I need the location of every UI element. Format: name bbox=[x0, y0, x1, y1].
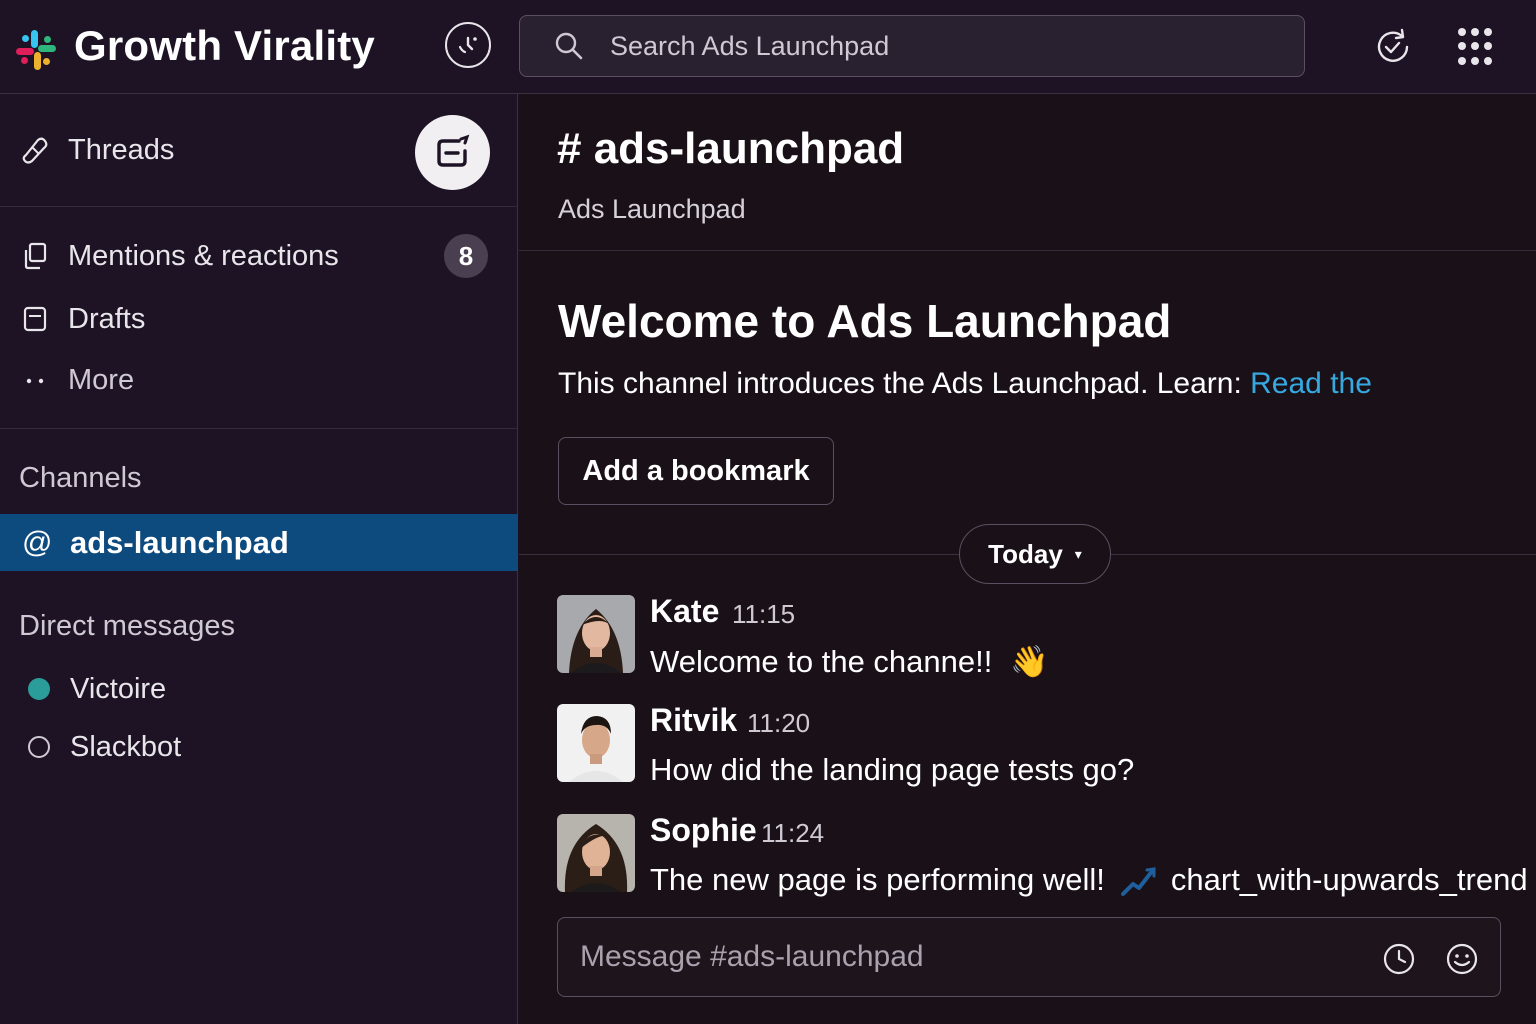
top-bar: Growth Virality bbox=[0, 0, 1536, 94]
channel-prefix: @ bbox=[22, 525, 53, 559]
chart-upwards-trend-icon bbox=[1120, 867, 1156, 896]
message-text: Welcome to the channe!! 👋 bbox=[650, 643, 1049, 680]
channel-name: ads-launchpad bbox=[70, 524, 289, 560]
presence-online-icon bbox=[24, 674, 54, 704]
compose-icon bbox=[436, 134, 469, 167]
emoji-icon[interactable] bbox=[1445, 942, 1479, 976]
channel-title[interactable]: # ads-launchpad bbox=[557, 124, 904, 174]
emoji-shortcode: chart_with-upwards_trend bbox=[1170, 862, 1528, 897]
sidebar-divider bbox=[0, 428, 518, 429]
compose-button[interactable] bbox=[415, 115, 490, 190]
welcome-description: This channel introduces the Ads Launchpa… bbox=[558, 367, 1372, 401]
sidebar-dm-slackbot[interactable]: Slackbot bbox=[0, 719, 518, 775]
search-bar[interactable] bbox=[519, 15, 1305, 77]
history-icon[interactable] bbox=[1372, 26, 1414, 68]
sidebar-item-mentions[interactable]: Mentions & reactions 8 bbox=[0, 228, 518, 284]
avatar[interactable] bbox=[557, 814, 635, 892]
mentions-count-badge: 8 bbox=[444, 234, 488, 278]
sidebar-item-label: More bbox=[68, 363, 135, 396]
clock-face-icon bbox=[458, 36, 477, 54]
message-timestamp[interactable]: 11:20 bbox=[747, 708, 810, 739]
message-input[interactable] bbox=[580, 936, 1360, 978]
message-author[interactable]: Ritvik bbox=[650, 702, 737, 739]
sidebar-item-more[interactable]: More bbox=[0, 352, 518, 408]
channel-subtitle: Ads Launchpad bbox=[558, 194, 746, 224]
message[interactable]: Ritvik 11:20 How did the landing page te… bbox=[557, 702, 1517, 804]
dm-name: Slackbot bbox=[70, 730, 182, 763]
message-timestamp[interactable]: 11:15 bbox=[732, 599, 795, 630]
channel-view: # ads-launchpad Ads Launchpad Welcome to… bbox=[519, 94, 1536, 1024]
message-composer[interactable] bbox=[557, 917, 1501, 997]
avatar[interactable] bbox=[557, 595, 635, 673]
more-icon bbox=[20, 365, 50, 395]
read-more-link[interactable]: Read the bbox=[1250, 367, 1372, 400]
chevron-down-icon: ▾ bbox=[1074, 545, 1082, 562]
welcome-text: This channel introduces the Ads Launchpa… bbox=[558, 367, 1251, 400]
sidebar-item-label: Threads bbox=[68, 133, 175, 166]
dm-name: Victoire bbox=[70, 672, 167, 705]
message-text: How did the landing page tests go? bbox=[650, 752, 1135, 787]
header-divider bbox=[519, 250, 1536, 251]
drafts-icon bbox=[20, 304, 50, 334]
day-jump-button[interactable]: Today ▾ bbox=[959, 524, 1111, 584]
sidebar-item-label: Mentions & reactions bbox=[68, 239, 339, 272]
sidebar-item-label: Drafts bbox=[68, 302, 146, 335]
direct-messages-heading[interactable]: Direct messages bbox=[19, 610, 235, 643]
message-timestamp[interactable]: 11:24 bbox=[761, 818, 824, 849]
search-icon bbox=[555, 32, 583, 60]
message-text: The new page is performing well! chart_wi… bbox=[650, 862, 1528, 898]
workspace-name[interactable]: Growth Virality bbox=[74, 22, 375, 70]
message[interactable]: Kate 11:15 Welcome to the channe!! 👋 bbox=[557, 593, 1517, 695]
message-author[interactable]: Kate bbox=[650, 593, 719, 630]
slack-logo-icon bbox=[16, 30, 56, 70]
presence-offline-icon bbox=[24, 732, 54, 762]
sidebar-dm-victoire[interactable]: Victoire bbox=[0, 661, 518, 717]
search-input[interactable] bbox=[610, 30, 1250, 62]
message-author[interactable]: Sophie bbox=[650, 812, 757, 849]
mentions-icon bbox=[20, 241, 50, 271]
day-label: Today bbox=[988, 538, 1063, 569]
apps-grid-icon[interactable] bbox=[1458, 28, 1496, 66]
welcome-title: Welcome to Ads Launchpad bbox=[558, 295, 1172, 347]
sidebar-channel-ads-launchpad[interactable]: @ ads-launchpad bbox=[0, 514, 518, 571]
message-body: Welcome to the channe!! bbox=[650, 644, 993, 679]
sidebar: Threads Mentions & reactions 8 Drafts Mo… bbox=[0, 94, 518, 1024]
message-body: The new page is performing well! bbox=[650, 862, 1105, 897]
clock-icon[interactable] bbox=[1382, 942, 1416, 976]
add-bookmark-button[interactable]: Add a bookmark bbox=[558, 437, 834, 505]
wave-emoji-icon: 👋 bbox=[1010, 644, 1049, 679]
channels-heading[interactable]: Channels bbox=[19, 462, 142, 495]
threads-icon bbox=[20, 135, 50, 165]
sidebar-item-drafts[interactable]: Drafts bbox=[0, 291, 518, 347]
sidebar-divider bbox=[0, 206, 518, 207]
workspace-status-button[interactable] bbox=[445, 22, 491, 68]
message[interactable]: Sophie 11:24 The new page is performing … bbox=[557, 812, 1528, 914]
avatar[interactable] bbox=[557, 704, 635, 782]
